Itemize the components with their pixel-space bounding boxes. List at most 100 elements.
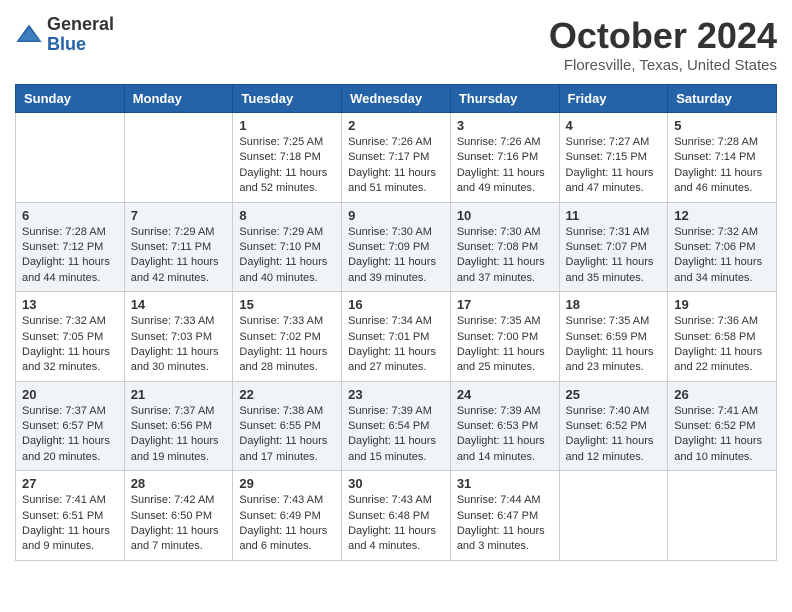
day-number: 27: [22, 476, 118, 491]
calendar-day-cell: 16 Sunrise: 7:34 AM Sunset: 7:01 PM Dayli…: [342, 292, 451, 382]
calendar-week-row: 20Sunrise: 7:37 AM Sunset: 6:57 PM Dayli…: [16, 381, 777, 471]
calendar-day-cell: 28 Sunrise: 7:42 AM Sunset: 6:50 PM Dayli…: [124, 471, 233, 561]
title-area: October 2024 Floresville, Texas, United …: [549, 15, 777, 74]
calendar-day-cell: 1Sunrise: 7:25 AM Sunset: 7:18 PM Daylig…: [233, 113, 342, 203]
day-number: 20: [22, 387, 118, 402]
logo-icon: [15, 21, 43, 49]
calendar-table: SundayMondayTuesdayWednesdayThursdayFrid…: [15, 84, 777, 561]
calendar-day-cell: 12 Sunrise: 7:32 AM Sunset: 7:06 PM Dayli…: [668, 202, 777, 292]
day-number: 1: [239, 118, 335, 133]
calendar-day-cell: 14 Sunrise: 7:33 AM Sunset: 7:03 PM Dayli…: [124, 292, 233, 382]
day-content: Sunrise: 7:33 AM Sunset: 7:02 PM Dayligh…: [239, 314, 335, 376]
day-of-week-header: Thursday: [450, 85, 559, 113]
day-number: 17: [457, 297, 553, 312]
day-number: 15: [239, 297, 335, 312]
day-of-week-header: Monday: [124, 85, 233, 113]
calendar-day-cell: 7Sunrise: 7:29 AM Sunset: 7:11 PM Daylig…: [124, 202, 233, 292]
day-content: Sunrise: 7:39 AM Sunset: 6:53 PM Dayligh…: [457, 404, 553, 466]
calendar-day-cell: 29Sunrise: 7:43 AM Sunset: 6:49 PM Dayli…: [233, 471, 342, 561]
calendar-day-cell: 26 Sunrise: 7:41 AM Sunset: 6:52 PM Dayli…: [668, 381, 777, 471]
day-number: 25: [566, 387, 662, 402]
logo-blue: Blue: [47, 35, 114, 55]
calendar-day-cell: 23 Sunrise: 7:39 AM Sunset: 6:54 PM Dayli…: [342, 381, 451, 471]
day-number: 16: [348, 297, 444, 312]
day-number: 26: [674, 387, 770, 402]
page-header: General Blue October 2024 Floresville, T…: [15, 15, 777, 74]
calendar-week-row: 27 Sunrise: 7:41 AM Sunset: 6:51 PM Dayli…: [16, 471, 777, 561]
day-content: Sunrise: 7:43 AM Sunset: 6:48 PM Dayligh…: [348, 493, 444, 555]
day-of-week-header: Tuesday: [233, 85, 342, 113]
calendar-day-cell: 2 Sunrise: 7:26 AM Sunset: 7:17 PM Daylig…: [342, 113, 451, 203]
calendar-week-row: 6 Sunrise: 7:28 AM Sunset: 7:12 PM Daylig…: [16, 202, 777, 292]
day-number: 11: [566, 208, 662, 223]
calendar-day-cell: 11 Sunrise: 7:31 AM Sunset: 7:07 PM Dayli…: [559, 202, 668, 292]
calendar-day-cell: 15 Sunrise: 7:33 AM Sunset: 7:02 PM Dayli…: [233, 292, 342, 382]
day-content: Sunrise: 7:34 AM Sunset: 7:01 PM Dayligh…: [348, 314, 444, 376]
calendar-day-cell: 22Sunrise: 7:38 AM Sunset: 6:55 PM Dayli…: [233, 381, 342, 471]
calendar-day-cell: [124, 113, 233, 203]
day-number: 18: [566, 297, 662, 312]
day-content: Sunrise: 7:31 AM Sunset: 7:07 PM Dayligh…: [566, 225, 662, 287]
day-number: 24: [457, 387, 553, 402]
day-number: 2: [348, 118, 444, 133]
day-number: 28: [131, 476, 227, 491]
day-content: Sunrise: 7:26 AM Sunset: 7:17 PM Dayligh…: [348, 135, 444, 197]
day-content: Sunrise: 7:35 AM Sunset: 7:00 PM Dayligh…: [457, 314, 553, 376]
calendar-day-cell: 3Sunrise: 7:26 AM Sunset: 7:16 PM Daylig…: [450, 113, 559, 203]
day-number: 14: [131, 297, 227, 312]
logo-general: General: [47, 15, 114, 35]
month-title: October 2024: [549, 15, 777, 57]
day-number: 19: [674, 297, 770, 312]
calendar-day-cell: 21Sunrise: 7:37 AM Sunset: 6:56 PM Dayli…: [124, 381, 233, 471]
day-number: 5: [674, 118, 770, 133]
calendar-header-row: SundayMondayTuesdayWednesdayThursdayFrid…: [16, 85, 777, 113]
day-content: Sunrise: 7:41 AM Sunset: 6:52 PM Dayligh…: [674, 404, 770, 466]
calendar-week-row: 13 Sunrise: 7:32 AM Sunset: 7:05 PM Dayli…: [16, 292, 777, 382]
calendar-day-cell: 5 Sunrise: 7:28 AM Sunset: 7:14 PM Daylig…: [668, 113, 777, 203]
logo-text: General Blue: [47, 15, 114, 55]
day-content: Sunrise: 7:44 AM Sunset: 6:47 PM Dayligh…: [457, 493, 553, 555]
calendar-day-cell: 25 Sunrise: 7:40 AM Sunset: 6:52 PM Dayli…: [559, 381, 668, 471]
day-content: Sunrise: 7:35 AM Sunset: 6:59 PM Dayligh…: [566, 314, 662, 376]
day-content: Sunrise: 7:29 AM Sunset: 7:11 PM Dayligh…: [131, 225, 227, 287]
day-content: Sunrise: 7:36 AM Sunset: 6:58 PM Dayligh…: [674, 314, 770, 376]
calendar-day-cell: 6 Sunrise: 7:28 AM Sunset: 7:12 PM Daylig…: [16, 202, 125, 292]
day-number: 13: [22, 297, 118, 312]
calendar-day-cell: 24 Sunrise: 7:39 AM Sunset: 6:53 PM Dayli…: [450, 381, 559, 471]
day-content: Sunrise: 7:28 AM Sunset: 7:12 PM Dayligh…: [22, 225, 118, 287]
day-number: 3: [457, 118, 553, 133]
day-number: 23: [348, 387, 444, 402]
calendar-day-cell: [559, 471, 668, 561]
calendar-day-cell: 9Sunrise: 7:30 AM Sunset: 7:09 PM Daylig…: [342, 202, 451, 292]
day-content: Sunrise: 7:27 AM Sunset: 7:15 PM Dayligh…: [566, 135, 662, 197]
day-content: Sunrise: 7:42 AM Sunset: 6:50 PM Dayligh…: [131, 493, 227, 555]
day-number: 4: [566, 118, 662, 133]
day-content: Sunrise: 7:39 AM Sunset: 6:54 PM Dayligh…: [348, 404, 444, 466]
day-number: 29: [239, 476, 335, 491]
calendar-day-cell: 19 Sunrise: 7:36 AM Sunset: 6:58 PM Dayli…: [668, 292, 777, 382]
day-content: Sunrise: 7:41 AM Sunset: 6:51 PM Dayligh…: [22, 493, 118, 555]
calendar-day-cell: [16, 113, 125, 203]
calendar-day-cell: 17 Sunrise: 7:35 AM Sunset: 7:00 PM Dayli…: [450, 292, 559, 382]
day-content: Sunrise: 7:32 AM Sunset: 7:05 PM Dayligh…: [22, 314, 118, 376]
day-number: 10: [457, 208, 553, 223]
calendar-day-cell: 13 Sunrise: 7:32 AM Sunset: 7:05 PM Dayli…: [16, 292, 125, 382]
day-of-week-header: Friday: [559, 85, 668, 113]
calendar-day-cell: [668, 471, 777, 561]
day-of-week-header: Saturday: [668, 85, 777, 113]
day-number: 8: [239, 208, 335, 223]
day-content: Sunrise: 7:33 AM Sunset: 7:03 PM Dayligh…: [131, 314, 227, 376]
day-of-week-header: Wednesday: [342, 85, 451, 113]
calendar-day-cell: 31 Sunrise: 7:44 AM Sunset: 6:47 PM Dayli…: [450, 471, 559, 561]
day-content: Sunrise: 7:29 AM Sunset: 7:10 PM Dayligh…: [239, 225, 335, 287]
day-number: 12: [674, 208, 770, 223]
day-content: Sunrise: 7:28 AM Sunset: 7:14 PM Dayligh…: [674, 135, 770, 197]
calendar-day-cell: 4 Sunrise: 7:27 AM Sunset: 7:15 PM Daylig…: [559, 113, 668, 203]
day-of-week-header: Sunday: [16, 85, 125, 113]
day-number: 6: [22, 208, 118, 223]
day-number: 31: [457, 476, 553, 491]
calendar-day-cell: 20Sunrise: 7:37 AM Sunset: 6:57 PM Dayli…: [16, 381, 125, 471]
day-content: Sunrise: 7:40 AM Sunset: 6:52 PM Dayligh…: [566, 404, 662, 466]
day-number: 30: [348, 476, 444, 491]
day-content: Sunrise: 7:32 AM Sunset: 7:06 PM Dayligh…: [674, 225, 770, 287]
